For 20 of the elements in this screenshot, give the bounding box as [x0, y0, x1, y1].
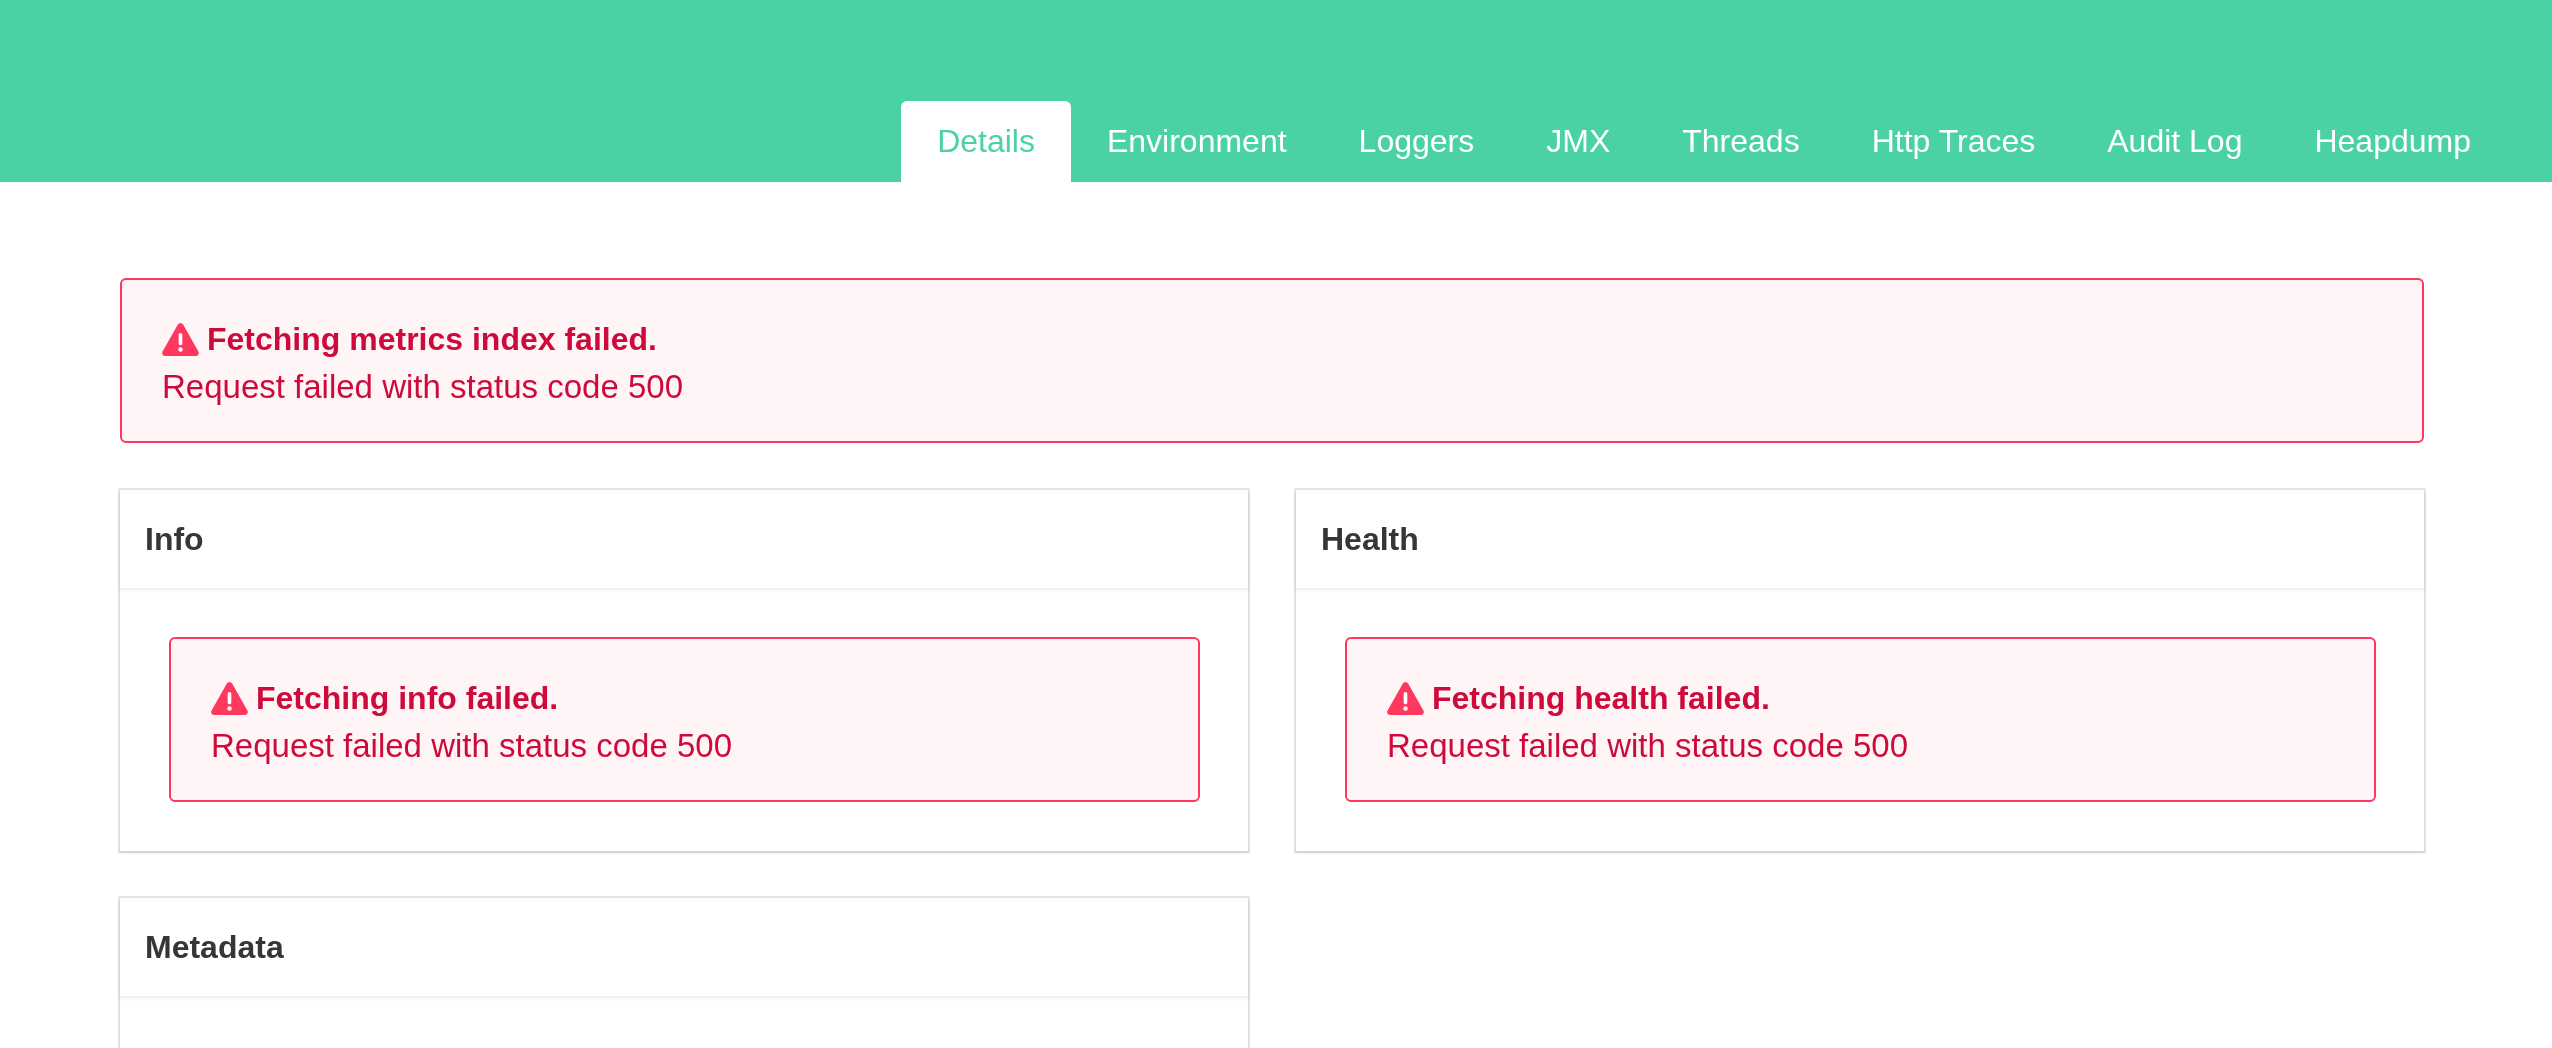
- tab[interactable]: Audit Log: [2071, 101, 2279, 182]
- warning-icon: [211, 681, 248, 715]
- tab[interactable]: Environment: [1070, 101, 1323, 182]
- warning-icon: [1387, 681, 1424, 715]
- tab[interactable]: Heapdump: [2278, 101, 2507, 182]
- tab[interactable]: Loggers: [1322, 101, 1511, 182]
- tab[interactable]: JMX: [1510, 101, 1647, 182]
- tab[interactable]: Http Traces: [1835, 101, 2072, 182]
- card-title: Health: [1321, 520, 1419, 558]
- alert-title: Fetching metrics index failed.: [207, 320, 657, 359]
- card-title: Metadata: [145, 928, 284, 966]
- tab[interactable]: Details: [901, 101, 1071, 182]
- alert-message: Request failed with status code 500: [162, 367, 683, 407]
- warning-icon: [162, 322, 199, 356]
- card-title: Info: [145, 520, 204, 558]
- tab[interactable]: Threads: [1646, 101, 1836, 182]
- alert-message: Request failed with status code 500: [1387, 726, 1908, 766]
- alert-message: Request failed with status code 500: [211, 726, 732, 766]
- alert-title: Fetching info failed.: [256, 679, 559, 718]
- alert-title: Fetching health failed.: [1432, 679, 1770, 718]
